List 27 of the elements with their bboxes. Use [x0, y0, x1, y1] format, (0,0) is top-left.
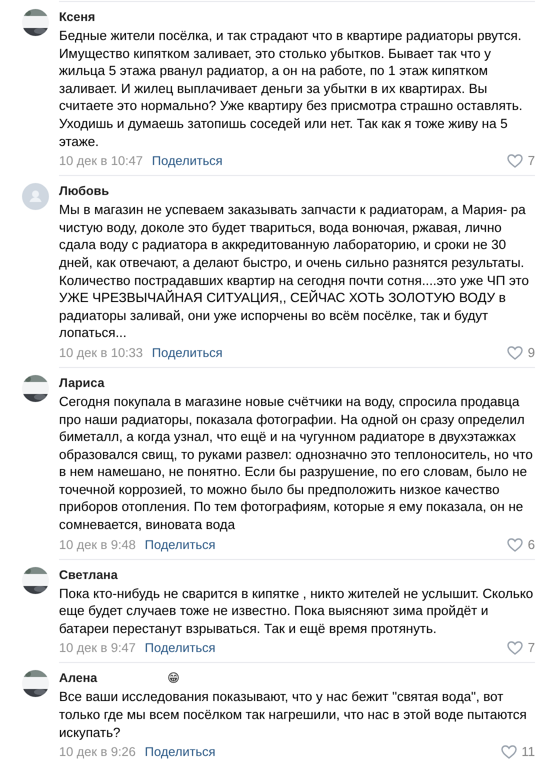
like-button[interactable]: 9	[506, 344, 535, 361]
like-button[interactable]: 11	[500, 744, 535, 760]
comment-text: Все ваши исследования показывают, что у нас бежит "святая вода", вот только где мы всем посёлком так нагрешили, что нас в этой воде пытаются искупать?	[59, 688, 528, 742]
like-button[interactable]: 7	[506, 640, 535, 656]
comment-text: Бедные жители посёлка, и так страдают что в квартире радиаторы рвутся. Имущество кипятком заливает, это столько убытков. Бывает так что у жильца 5 этажа рванул радиатор, а он на работе, по 1 этаж кипятком заливает. И жилец выплачивает деньги за убытки в их квартирах. Вы считаете это нормально? Уже квартиру без присмотра страшно оставлять. Уходишь и думаешь затопишь соседей или нет. Так как я тоже живу на 5 этаже.	[59, 27, 524, 150]
like-button[interactable]: 6	[506, 536, 535, 553]
emoji-icon: 😁	[167, 670, 180, 686]
heart-icon	[506, 641, 523, 656]
comment-text: Мы в магазин не успеваем заказывать запчасти к радиаторам, а Мария- ра чистую воду, доколе это будет твариться, вода вонючая, ржавая, лично сдала воду с радиатора в аккредитованную лабораторию, и сроки не 30 дней, как отвечают, а делают быстро, и очень сильно разнятся результаты. Количество пострадавших квартир на сегодня почти сотня....это уже ЧП это УЖЕ ЧРЕЗВЫЧАЙНАЯ СИТУАЦИЯ,, СЕЙЧАС ХОТЬ ЗОЛОТУЮ ВОДУ в радиаторы заливай, они уже испорчены во всём посёлке, так и будут лопаться...	[59, 201, 530, 342]
comment-text: Сегодня покупала в магазине новые счётчики на воду, спросила продавца про наши радиаторы, показала фотографии. На одной он сразу определил биметалл, а когда узнал, что ещё и на чугунном радиаторе в двухэтажках образовался свищ, то руками развел: однозначно это теплоноситель, но что в нем намешано, не понятно. Если бы разрушение, по его словам, было не точечной коррозией, то можно было бы предположить низкое качество приборов отопления. По тем фотографиям, которые я ему показала, он не сомневается, виновата вода	[59, 392, 534, 534]
author-name[interactable]: Любовь	[59, 183, 110, 200]
heart-icon	[500, 745, 516, 760]
share-link[interactable]: Поделиться	[152, 153, 223, 170]
author-name[interactable]: Алена	[59, 670, 98, 686]
heart-icon	[506, 538, 523, 552]
author-name[interactable]: Светлана	[59, 566, 118, 583]
avatar-icon	[22, 183, 49, 210]
comment-text: Пока кто-нибудь не сварится в кипятке , никто жителей не услышит. Сколько еще будет случаев тоже не известно. Пока выясняют зима пройдёт и батареи перестанут взрываться. Так и ещё время протянуть.	[59, 584, 534, 638]
heart-icon	[506, 154, 523, 168]
like-button[interactable]: 7	[506, 153, 535, 170]
author-name[interactable]: Лариса	[59, 374, 104, 391]
heart-icon	[506, 346, 523, 360]
share-link[interactable]: Поделиться	[144, 536, 216, 553]
share-link[interactable]: Поделиться	[152, 344, 223, 361]
author-name[interactable]: Ксеня	[59, 9, 96, 25]
share-link[interactable]: Поделиться	[144, 744, 216, 760]
share-link[interactable]: Поделиться	[144, 640, 216, 656]
